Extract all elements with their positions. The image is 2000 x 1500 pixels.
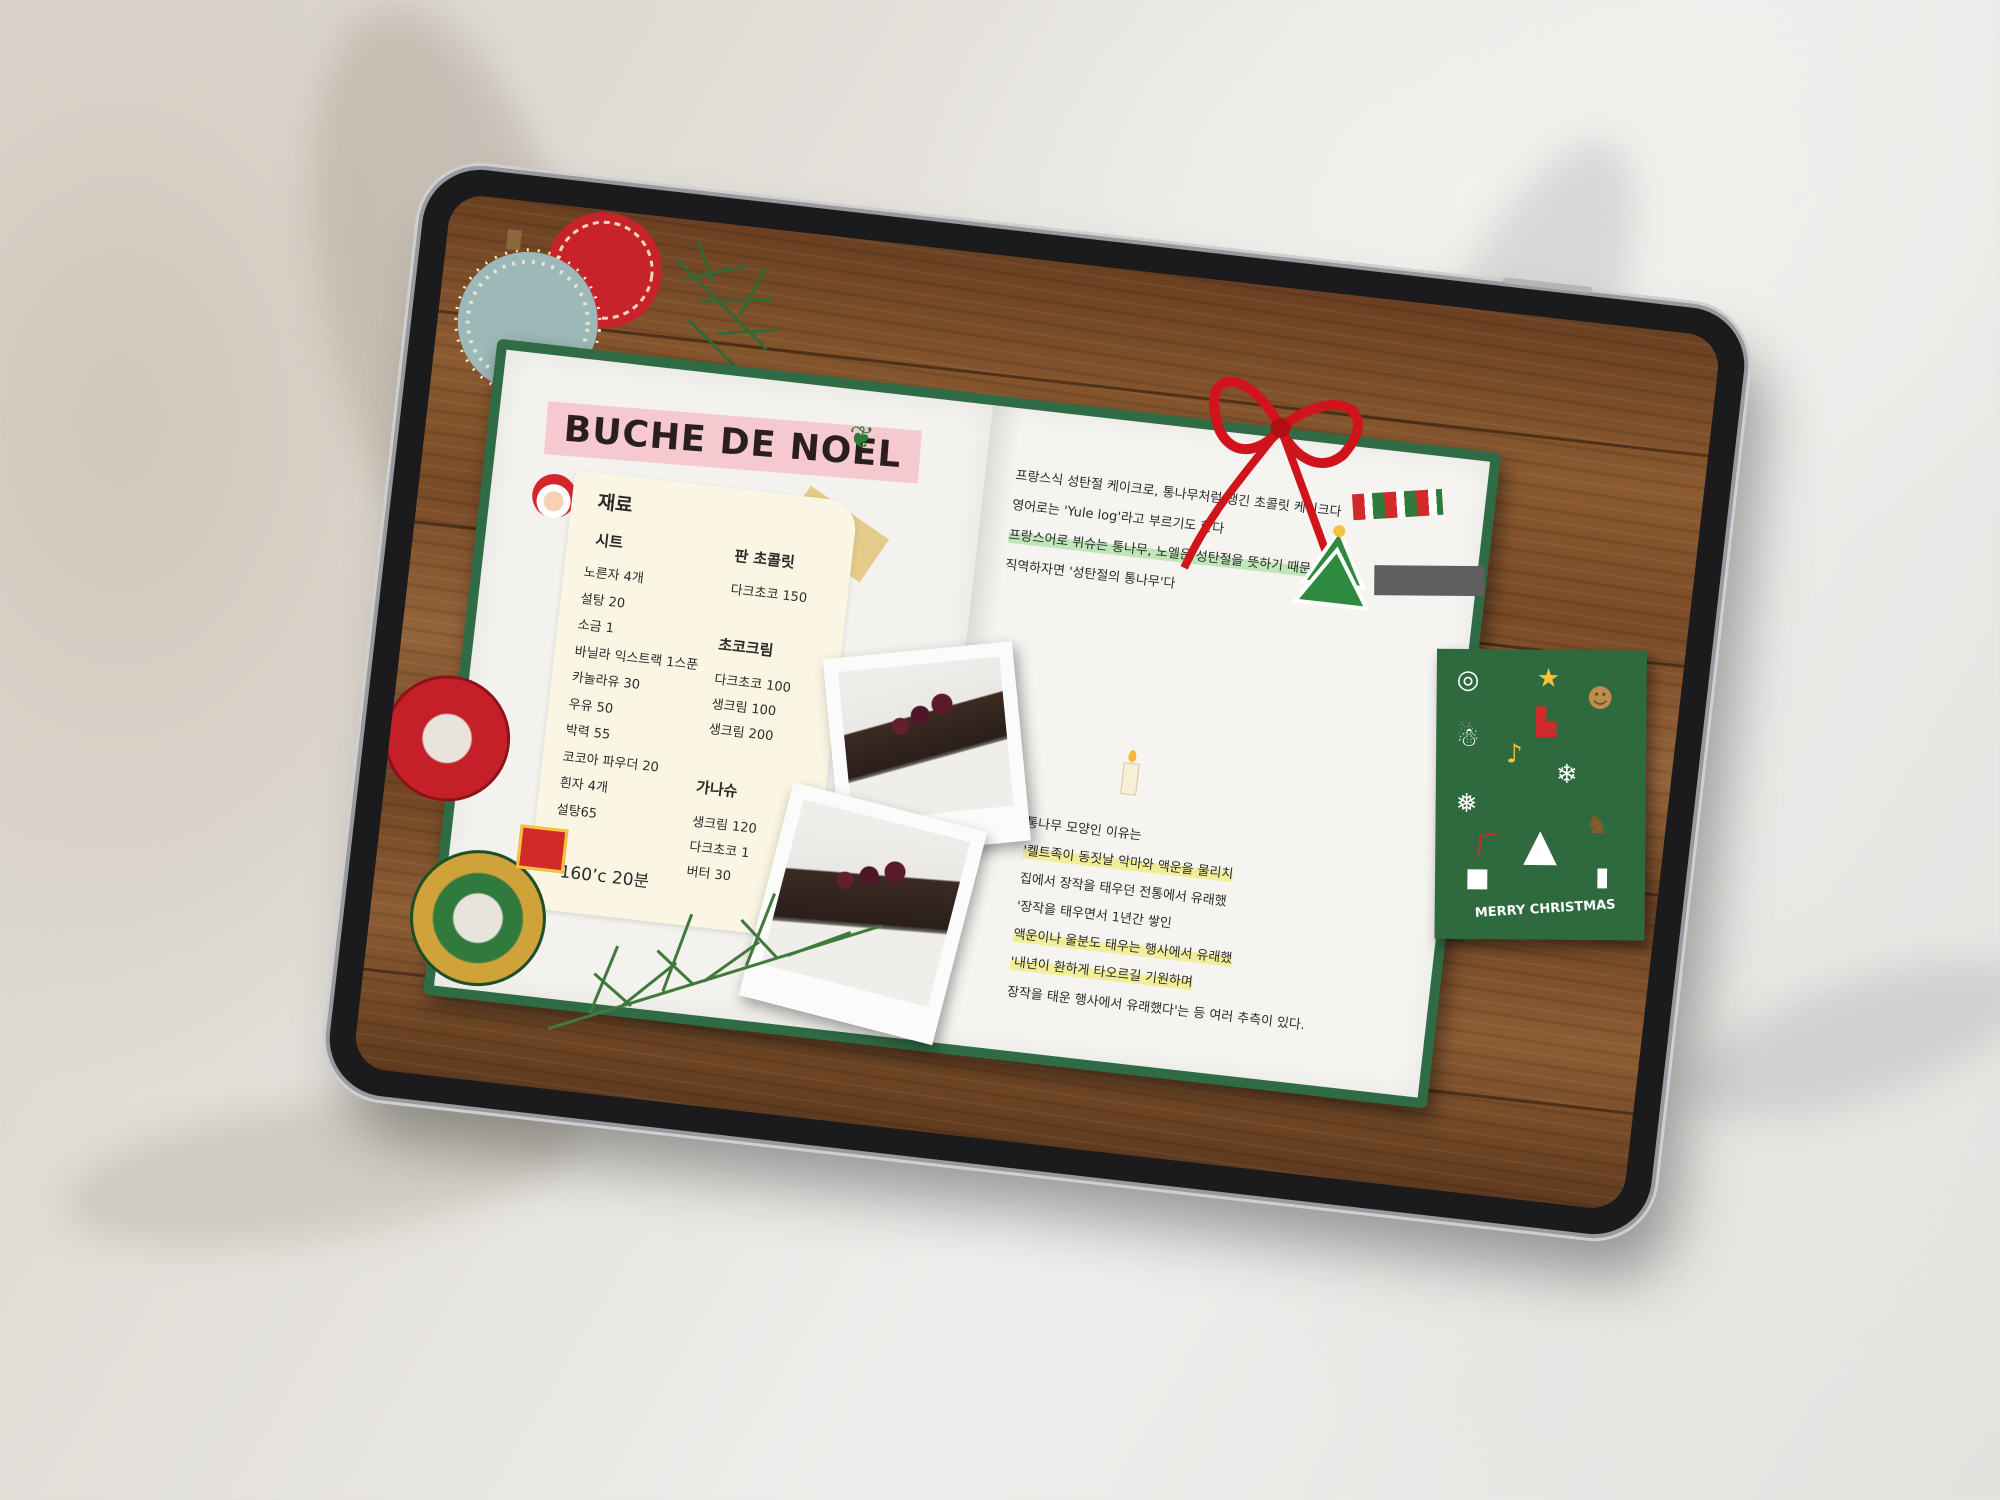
washi-tape-strip: [1374, 565, 1485, 597]
ganache-heading: 가나슈: [695, 778, 739, 801]
candle-icon: [1120, 749, 1140, 796]
stocking-icon: ▙: [1536, 707, 1557, 738]
reindeer-icon: ♞: [1585, 810, 1609, 841]
snowflake-icon: ❄: [1555, 759, 1578, 790]
candy-cane-icon: ⺁: [1475, 831, 1502, 862]
candle-icon: ▮: [1594, 862, 1610, 893]
star-icon: ★: [1536, 663, 1561, 694]
tablet-device: BUCHE DE NOEL ❦ 재료 시트 노른자 4개 설탕 20 소금 1 …: [323, 163, 1751, 1241]
choc-cream-heading: 초코크림: [717, 635, 775, 660]
bedsheet-fold: [1670, 927, 2000, 1153]
bell-icon: ♪: [1505, 739, 1523, 770]
list-item: 다크초코 150: [729, 582, 808, 607]
ingredients-heading: 재료: [596, 491, 634, 517]
sticker-label: MERRY CHRISTMAS: [1474, 897, 1617, 921]
holly-icon: ❦: [846, 419, 876, 457]
washi-tape-strip: [1351, 488, 1444, 521]
plate-choc-heading: 판 초콜릿: [733, 546, 796, 572]
christmas-tree-icon: [1291, 525, 1371, 612]
wreath-icon: ◎: [1456, 664, 1480, 696]
snowflake-icon: ❅: [1455, 788, 1478, 820]
tablet-screen: BUCHE DE NOEL ❦ 재료 시트 노른자 4개 설탕 20 소금 1 …: [352, 192, 1722, 1212]
origin-line: 통나무 모양인 이유는: [1025, 815, 1143, 844]
buche-cake-image: [838, 656, 1014, 822]
sheet-list: 노른자 4개 설탕 20 소금 1 바닐라 익스트랙 1스푼 카놀라유 30 우…: [555, 560, 708, 837]
origin-line: 장작을 태운 행사에서 유래했다'는 등 여러 추측이 있다.: [1006, 984, 1306, 1034]
gingerbread-icon: ☻: [1586, 684, 1614, 715]
snowman-icon: ☃: [1456, 722, 1480, 754]
pine-branch-decoration: [547, 892, 883, 1031]
sheet-heading: 시트: [594, 531, 624, 553]
sticker-sheet: ◎ ★ ☻ ☃ ♪ ▙ ❄ ❅ ⺁ ▲ ♞ ■ ▮ MERRY CHRISTMA…: [1434, 648, 1648, 941]
choc-cream-list: 다크초코 100 생크림 100 생크림 200: [707, 667, 792, 750]
gift-icon: ■: [1464, 862, 1490, 894]
tree-icon: ▲: [1523, 819, 1558, 871]
